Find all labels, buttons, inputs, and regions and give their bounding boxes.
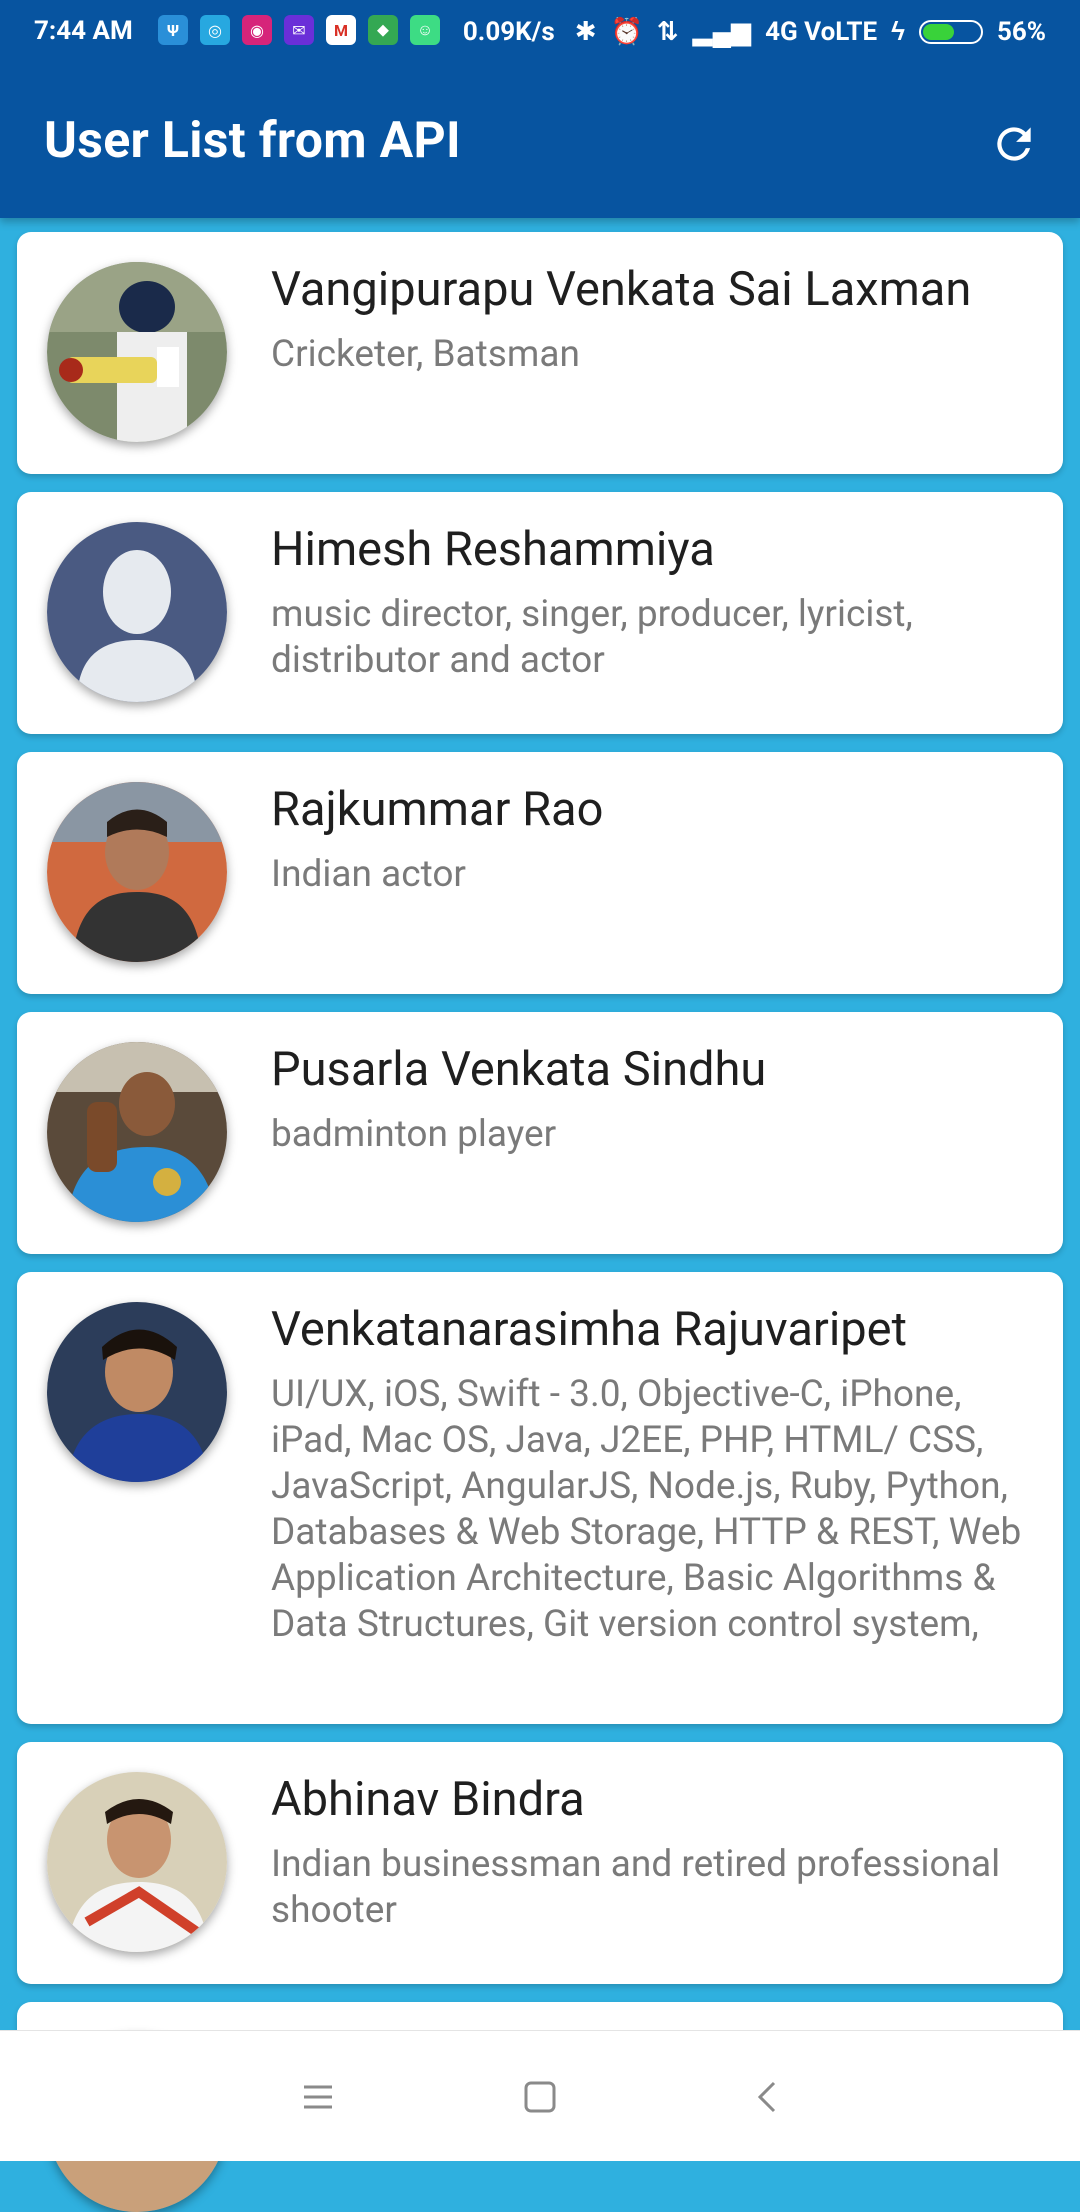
status-bar: 7:44 AM Ψ ◎ ◉ ✉ M ⬥ ☺ 0.09K/s ✱ ⏰ ⇅ ▂▄▆ …	[0, 0, 1080, 66]
battery-level	[922, 23, 955, 40]
charging-icon: ϟ	[891, 17, 905, 47]
status-time: 7:44 AM	[34, 16, 133, 46]
alarm-icon: ⏰	[610, 16, 643, 47]
home-button[interactable]	[508, 2065, 572, 2129]
status-right: 0.09K/s ✱ ⏰ ⇅ ▂▄▆ 4G VoLTE ϟ 56%	[462, 16, 1046, 48]
signal-icon: ▂▄▆	[692, 17, 752, 47]
user-avatar	[47, 1042, 227, 1222]
email-app-icon: ✉	[284, 15, 314, 45]
menu-button[interactable]	[286, 2065, 350, 2129]
data-transfer-icon: ⇅	[656, 16, 679, 47]
home-icon	[524, 2081, 556, 2113]
user-name: Vangipurapu Venkata Sai Laxman	[271, 262, 972, 317]
user-card[interactable]: Venkatanarasimha Rajuvaripet UI/UX, iOS,…	[17, 1272, 1063, 1724]
user-card[interactable]: Abhinav Bindra Indian businessman and re…	[17, 1742, 1063, 1984]
system-navigation-bar	[0, 2030, 1080, 2161]
user-name: Abhinav Bindra	[271, 1772, 585, 1827]
user-description: UI/UX, iOS, Swift - 3.0, Objective-C, iP…	[271, 1373, 1022, 1646]
trident-app-icon: Ψ	[158, 15, 188, 45]
battery-percent: 56%	[996, 16, 1046, 47]
user-list: Vangipurapu Venkata Sai Laxman Cricketer…	[17, 232, 1063, 2212]
maps-icon: ⬥	[368, 15, 398, 45]
user-avatar	[47, 522, 227, 702]
user-description: Indian businessman and retired professio…	[271, 1843, 1001, 1932]
user-description: music director, singer, producer, lyrici…	[271, 593, 913, 682]
battery-icon	[918, 19, 983, 44]
user-name: Himesh Reshammiya	[271, 522, 715, 577]
back-button[interactable]	[736, 2065, 800, 2129]
user-avatar	[47, 1302, 227, 1482]
user-card[interactable]: Vangipurapu Venkata Sai Laxman Cricketer…	[17, 232, 1063, 474]
user-name: Rajkummar Rao	[271, 782, 604, 837]
android-icon: ☺	[410, 15, 440, 45]
user-avatar	[47, 262, 227, 442]
gmail-icon: M	[326, 15, 356, 45]
user-description: Indian actor	[271, 853, 466, 896]
app-header: 7:44 AM Ψ ◎ ◉ ✉ M ⬥ ☺ 0.09K/s ✱ ⏰ ⇅ ▂▄▆ …	[0, 0, 1080, 218]
network-speed: 0.09K/s	[462, 16, 555, 47]
bluetooth-icon: ✱	[574, 16, 597, 47]
refresh-icon	[997, 127, 1031, 161]
user-avatar	[47, 1772, 227, 1952]
messenger-icon: ◎	[200, 15, 230, 45]
instagram-icon: ◉	[242, 15, 272, 45]
back-icon	[757, 2081, 776, 2113]
user-card[interactable]: Pusarla Venkata Sindhu badminton player	[17, 1012, 1063, 1254]
user-avatar	[47, 782, 227, 962]
page-title: User List from API	[44, 112, 461, 170]
user-description: badminton player	[271, 1113, 557, 1156]
user-card[interactable]: Himesh Reshammiya music director, singer…	[17, 492, 1063, 734]
refresh-button[interactable]	[986, 116, 1042, 172]
menu-icon	[304, 2085, 332, 2109]
network-type: 4G VoLTE	[765, 16, 878, 47]
user-card[interactable]: Rajkummar Rao Indian actor	[17, 752, 1063, 994]
user-name: Pusarla Venkata Sindhu	[271, 1042, 767, 1097]
notification-icons: Ψ ◎ ◉ ✉ M ⬥ ☺	[158, 15, 440, 45]
user-description: Cricketer, Batsman	[271, 333, 580, 376]
user-name: Venkatanarasimha Rajuvaripet	[271, 1302, 907, 1357]
